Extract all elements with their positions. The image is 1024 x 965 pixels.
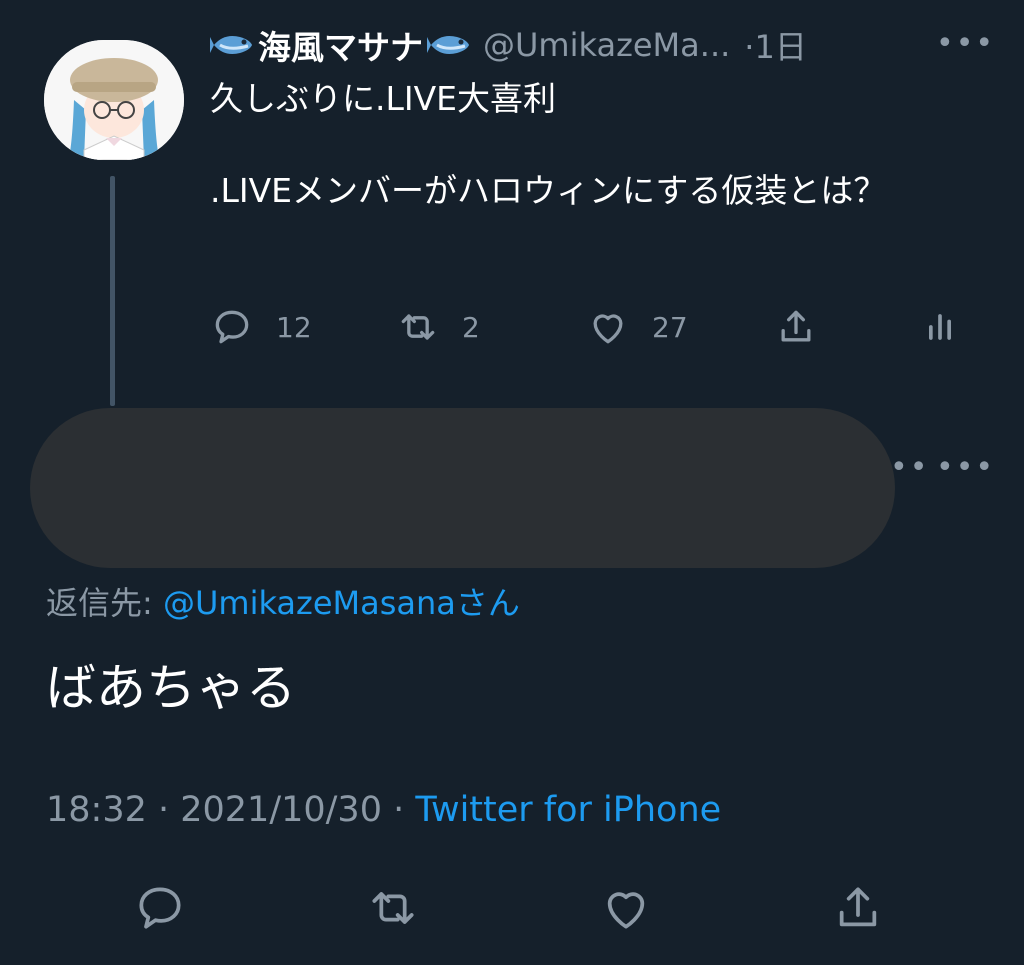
share-action[interactable] <box>774 302 818 352</box>
timestamp: 18:32 · 2021/10/30 · <box>46 790 416 830</box>
tweet-time[interactable]: ·1日 <box>744 22 807 68</box>
like-count: 27 <box>652 310 688 344</box>
reply-button[interactable] <box>132 880 188 940</box>
reply-to-handle-link[interactable]: @UmikazeMasana <box>163 584 456 622</box>
source-link[interactable]: Twitter for iPhone <box>415 790 721 830</box>
like-button[interactable] <box>598 880 654 940</box>
avatar[interactable] <box>44 40 184 160</box>
reply-text: ばあちゃる <box>46 659 296 717</box>
reply-icon <box>139 887 181 929</box>
like-action[interactable]: 27 <box>586 302 688 352</box>
more-icon[interactable]: ••• <box>936 450 995 485</box>
reply-to-line: 返信先: @UmikazeMasanaさん <box>46 578 520 624</box>
tweet-text: 久しぶりに.LIVE大喜利 .LIVEメンバーがハロウィンにする仮装とは？ <box>210 79 887 210</box>
analytics-action[interactable] <box>918 302 962 352</box>
retweet-action[interactable]: 2 <box>396 302 480 352</box>
retweet-count: 2 <box>462 310 480 344</box>
reply-to-suffix[interactable]: さん <box>456 584 520 622</box>
tweet-header: 海風マサナ @UmikazeMa... ·1日 <box>210 22 807 68</box>
like-icon <box>593 314 623 344</box>
retweet-icon <box>401 314 435 340</box>
share-icon <box>839 887 877 927</box>
fish-emoji-icon <box>427 31 471 59</box>
thread-line <box>110 176 115 406</box>
reply-to-prefix: 返信先: <box>46 584 163 622</box>
user-handle[interactable]: @UmikazeMa... <box>483 26 730 64</box>
more-partial-icon: •• <box>890 450 930 485</box>
retweet-icon <box>372 892 414 924</box>
redacted-user-info <box>30 408 895 568</box>
tweet-meta: 18:32 · 2021/10/30 · Twitter for iPhone <box>46 790 721 830</box>
fish-emoji-icon <box>210 31 254 59</box>
reply-icon <box>215 310 249 344</box>
display-name[interactable]: 海風マサナ <box>258 21 423 69</box>
more-icon[interactable]: ••• <box>936 26 995 61</box>
analytics-icon <box>929 314 951 340</box>
reply-count: 12 <box>276 310 312 344</box>
like-icon <box>607 892 645 929</box>
reply-action[interactable]: 12 <box>210 302 312 352</box>
share-icon <box>781 310 811 342</box>
share-button[interactable] <box>830 880 886 940</box>
retweet-button[interactable] <box>365 880 421 940</box>
